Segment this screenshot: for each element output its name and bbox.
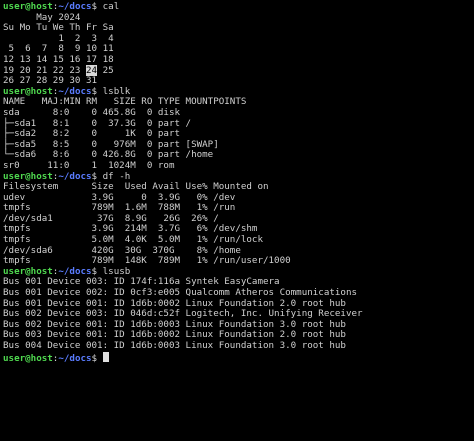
prompt-symbol: $ [91, 352, 103, 364]
output-line: sda 8:0 0 465.8G 0 disk [3, 106, 181, 118]
calendar-days: 25 [97, 64, 114, 76]
command-text: cal [102, 1, 120, 12]
terminal-window[interactable]: user@host:~/docs$ cal May 2024 Su Mo Tu W… [0, 0, 474, 441]
calendar-days: 19 20 21 22 23 [3, 64, 86, 76]
prompt-path: ~/docs [58, 1, 92, 12]
output-line: Bus 004 Device 001: ID 1d6b:0003 Linux F… [3, 340, 346, 351]
prompt-path: ~/docs [58, 265, 92, 277]
active-prompt-line[interactable]: user@host:~/docs$ [3, 351, 471, 364]
calendar-today-highlight: 24 [85, 64, 98, 76]
prompt-path: ~/docs [58, 85, 92, 97]
prompt-user: user@host [3, 85, 53, 97]
prompt-symbol: $ [91, 265, 103, 277]
prompt-user: user@host [3, 170, 53, 182]
prompt-user: user@host [3, 265, 53, 277]
prompt-user: user@host [3, 1, 53, 12]
prompt-path: ~/docs [58, 170, 92, 182]
command-text: lsusb [102, 265, 131, 277]
prompt-path: ~/docs [58, 352, 92, 364]
prompt-symbol: $ [91, 170, 103, 182]
prompt-symbol: $ [91, 85, 103, 97]
command-text: lsblk [102, 85, 131, 97]
command-text: df -h [102, 170, 131, 182]
prompt-line: user@host:~/docs$ cal [3, 1, 471, 13]
text-cursor[interactable] [102, 351, 109, 362]
prompt-user: user@host [3, 352, 53, 364]
prompt-symbol: $ [91, 1, 103, 12]
